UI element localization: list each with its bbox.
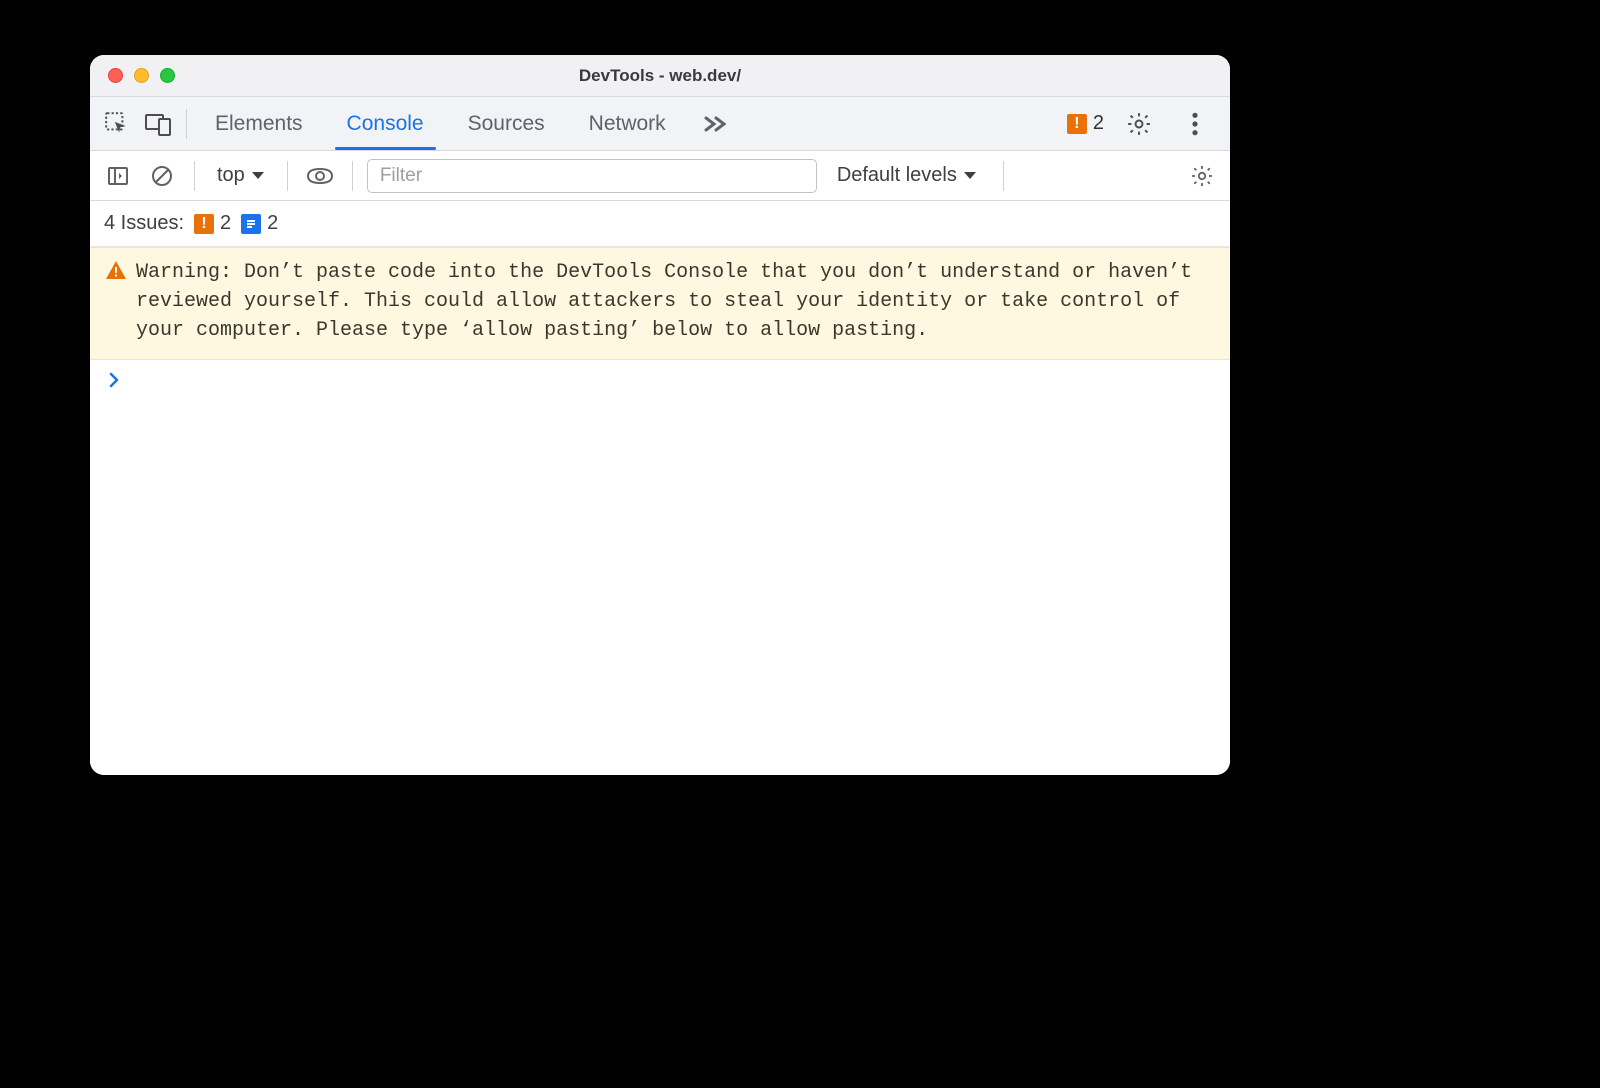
divider <box>186 109 187 139</box>
levels-label: Default levels <box>837 164 957 187</box>
clear-console-icon[interactable] <box>144 158 180 194</box>
minimize-window-button[interactable] <box>134 68 149 83</box>
titlebar: DevTools - web.dev/ <box>90 55 1230 97</box>
issues-label: 4 Issues: <box>104 212 184 235</box>
console-settings-icon[interactable] <box>1184 158 1220 194</box>
close-window-button[interactable] <box>108 68 123 83</box>
tab-elements[interactable]: Elements <box>193 97 325 150</box>
context-label: top <box>217 164 245 187</box>
warning-triangle-icon <box>106 261 126 345</box>
issues-blue[interactable]: 2 <box>241 212 278 235</box>
main-tabbar: Elements Console Sources Network ! 2 <box>90 97 1230 151</box>
toggle-sidebar-icon[interactable] <box>100 158 136 194</box>
issues-count: 2 <box>1093 112 1104 135</box>
inspect-element-icon[interactable] <box>96 103 138 145</box>
console-toolbar: top Default levels <box>90 151 1230 201</box>
divider <box>1003 161 1004 191</box>
console-output: Warning: Don’t paste code into the DevTo… <box>90 247 1230 775</box>
issues-blue-count: 2 <box>267 212 278 235</box>
devtools-window: DevTools - web.dev/ Elements Console Sou… <box>90 55 1230 775</box>
tab-network[interactable]: Network <box>567 97 688 150</box>
alert-icon: ! <box>194 214 214 234</box>
chevron-right-icon <box>108 372 120 388</box>
issues-orange[interactable]: ! 2 <box>194 212 231 235</box>
panel-tabs: Elements Console Sources Network <box>193 97 742 150</box>
window-title: DevTools - web.dev/ <box>90 66 1230 86</box>
more-tabs-button[interactable] <box>688 97 742 150</box>
info-icon <box>241 214 261 234</box>
tab-console[interactable]: Console <box>325 97 446 150</box>
traffic-lights <box>90 68 175 83</box>
issues-orange-count: 2 <box>220 212 231 235</box>
kebab-menu-icon[interactable] <box>1174 103 1216 145</box>
divider <box>352 161 353 191</box>
zoom-window-button[interactable] <box>160 68 175 83</box>
live-expression-icon[interactable] <box>302 158 338 194</box>
settings-icon[interactable] <box>1118 103 1160 145</box>
chevron-down-icon <box>963 171 977 181</box>
alert-icon: ! <box>1067 114 1087 134</box>
issues-indicator[interactable]: ! 2 <box>1067 112 1104 135</box>
console-warning-message: Warning: Don’t paste code into the DevTo… <box>90 247 1230 360</box>
divider <box>194 161 195 191</box>
context-selector[interactable]: top <box>209 164 273 187</box>
chevron-down-icon <box>251 171 265 181</box>
device-toolbar-icon[interactable] <box>138 103 180 145</box>
issues-summary: 4 Issues: ! 2 2 <box>90 201 1230 247</box>
log-levels-selector[interactable]: Default levels <box>825 164 989 187</box>
warning-text: Warning: Don’t paste code into the DevTo… <box>136 258 1214 345</box>
console-prompt[interactable] <box>90 360 1230 400</box>
tab-sources[interactable]: Sources <box>446 97 567 150</box>
divider <box>287 161 288 191</box>
filter-input[interactable] <box>367 159 817 193</box>
tabbar-right: ! 2 <box>1067 103 1224 145</box>
